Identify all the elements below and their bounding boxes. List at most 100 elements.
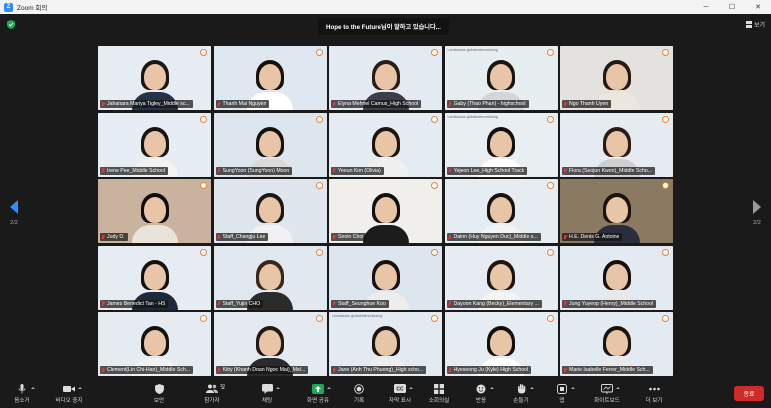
- participant-name: Kitty (Khanh Doan Ngoc Mai)_Mid...: [222, 367, 306, 373]
- toolbar-button-raise-hand[interactable]: 손들기: [499, 383, 543, 404]
- participant-tile[interactable]: SungYoon (SungYoon) Moon: [213, 112, 327, 177]
- event-logo-icon: [315, 248, 323, 256]
- event-logo-icon: [546, 248, 554, 256]
- participant-name: Irene Pee_Middle School: [107, 167, 165, 174]
- event-logo-icon: [431, 49, 438, 56]
- end-meeting-button[interactable]: 종료: [734, 386, 764, 401]
- participant-name: Clement(Lin Chi-Han)_Middle Sch...: [107, 367, 191, 373]
- participant-name: Ngo Thanh Uyen: [569, 101, 609, 107]
- chevron-up-icon[interactable]: [78, 387, 82, 389]
- participant-name-tag: H.E. Denis G. Antoine: [562, 233, 623, 241]
- whiteboard-icon: [601, 383, 613, 394]
- muted-mic-icon: [563, 101, 567, 107]
- muted-mic-icon: [448, 367, 452, 373]
- toolbar-button-share-screen[interactable]: 화면 공유: [296, 383, 340, 404]
- toolbar-button-chat[interactable]: 채팅: [245, 383, 289, 404]
- chevron-up-icon[interactable]: [409, 387, 413, 389]
- participant-tile[interactable]: Staff_Changju Lee: [213, 179, 327, 243]
- window-title: Zoom 회의: [17, 5, 48, 12]
- chevron-up-icon[interactable]: [490, 387, 494, 389]
- participant-tile[interactable]: Jung Yuyeop (Henry)_Middle School: [560, 245, 673, 310]
- participant-tile[interactable]: Thanh Mai Nguyen: [213, 46, 327, 110]
- muted-mic-icon: [332, 234, 336, 240]
- participant-tile[interactable]: Dainn (Huy Nguyen Duc)_Middle s...: [444, 179, 558, 243]
- participant-tile[interactable]: Irene Pee_Middle School: [98, 112, 211, 177]
- toolbar-button-apps[interactable]: 앱: [540, 383, 584, 404]
- participant-name-tag: Jahanara Mariya Tigley_Middle sc...: [100, 100, 193, 108]
- participant-name: Seoin Choi: [338, 234, 364, 240]
- event-logo-icon: [200, 49, 207, 56]
- participant-name-tag: Dayoon Kang (Becky)_Elementary ...: [446, 299, 542, 308]
- participant-tile[interactable]: Jahanara Mariya Tigley_Middle sc...: [98, 46, 211, 110]
- participant-name-tag: James Benedict Tan - HS: [100, 299, 169, 308]
- maximize-icon[interactable]: ☐: [719, 0, 745, 14]
- participant-tile[interactable]: H.E. Denis G. Antoine: [560, 179, 673, 243]
- muted-mic-icon: [563, 168, 567, 173]
- participant-tile[interactable]: Staff_Seunghoe Koo: [329, 245, 442, 310]
- muted-mic-icon: [217, 367, 221, 373]
- participant-tile[interactable]: Hyeseong Ju (Kyle) High School: [444, 312, 558, 376]
- meeting-toolbar: 종료 음소거 비디오 중지 보안 참가자 30 채팅 화면 공유 기록 CC 자막 표시 소회의실 반…: [0, 381, 771, 408]
- event-logo-icon: [200, 315, 207, 322]
- toolbar-button-more[interactable]: 더 보기: [632, 383, 676, 404]
- chevron-up-icon[interactable]: [276, 387, 280, 389]
- toolbar-button-reaction[interactable]: 반응: [459, 383, 503, 404]
- chat-icon: [261, 383, 273, 394]
- toolbar-label: 앱: [559, 398, 565, 404]
- participant-tile[interactable]: Dayoon Kang (Becky)_Elementary ...: [444, 245, 558, 310]
- record-icon: [353, 383, 365, 394]
- participant-tile[interactable]: James Benedict Tan - HS: [98, 245, 211, 310]
- chevron-up-icon[interactable]: [530, 387, 534, 389]
- zoom-logo-icon: Z: [4, 2, 13, 12]
- toolbar-button-mic[interactable]: 음소거: [0, 383, 44, 404]
- toolbar-button-cc[interactable]: CC 자막 표시: [378, 383, 422, 404]
- participant-name: Dayoon Kang (Becky)_Elementary ...: [453, 300, 539, 307]
- participant-tile[interactable]: Marie Isabelle Ferrer_Middle Sch...: [560, 312, 673, 376]
- muted-mic-icon: [448, 101, 452, 107]
- participant-tile[interactable]: Judy D.: [98, 179, 211, 243]
- participant-tile[interactable]: Lemissions globalnetmonitoring Gaby (Thao…: [444, 46, 558, 110]
- close-icon[interactable]: ✕: [745, 0, 771, 14]
- participant-video: [362, 191, 409, 243]
- toolbar-button-shield[interactable]: 보안: [137, 383, 181, 404]
- participant-name: Judy D.: [107, 234, 125, 240]
- participant-tile[interactable]: Elyna Mehriel Camus_High School: [329, 46, 442, 110]
- participant-tile[interactable]: Flora (Seojun Kwon)_Middle Scho...: [560, 112, 673, 177]
- participant-tile[interactable]: Ngo Thanh Uyen: [560, 46, 673, 110]
- active-speaker-notice: Hope to the Future님이 말하고 있습니다...: [318, 18, 449, 35]
- event-logo-icon: [315, 315, 323, 322]
- participant-name-tag: Clement(Lin Chi-Han)_Middle Sch...: [100, 366, 194, 374]
- muted-mic-icon: [332, 168, 336, 173]
- minimize-icon[interactable]: ─: [693, 0, 719, 14]
- muted-mic-icon: [217, 301, 221, 306]
- participant-name-tag: Thanh Mai Nguyen: [215, 100, 270, 108]
- chevron-up-icon[interactable]: [31, 387, 35, 389]
- view-button[interactable]: 보기: [745, 19, 765, 29]
- participant-tile[interactable]: Clement(Lin Chi-Han)_Middle Sch...: [98, 312, 211, 376]
- participant-tile[interactable]: Seoin Choi: [329, 179, 442, 243]
- event-logo-icon: [431, 182, 438, 189]
- participant-tile[interactable]: Lemissions globalnetmonitoring Jane (Anh …: [329, 312, 442, 376]
- toolbar-button-participants[interactable]: 참가자 30: [190, 383, 234, 404]
- toolbar-label: 소회의실: [428, 398, 450, 404]
- participant-tile[interactable]: Kitty (Khanh Doan Ngoc Mai)_Mid...: [213, 312, 327, 376]
- chevron-up-icon[interactable]: [327, 387, 331, 389]
- toolbar-button-whiteboard[interactable]: 화이트보드: [585, 383, 629, 404]
- more-icon: [648, 383, 660, 394]
- previous-page-button[interactable]: 2/2: [5, 200, 23, 226]
- participant-tile[interactable]: Staff_Yujin CHO: [213, 245, 327, 310]
- muted-mic-icon: [101, 301, 105, 306]
- participant-tile[interactable]: Lemissions globalnetmonitoring Yejeon Lee…: [444, 112, 558, 177]
- next-page-button[interactable]: 2/2: [748, 200, 766, 226]
- chevron-up-icon[interactable]: [616, 387, 620, 389]
- muted-mic-icon: [217, 168, 221, 173]
- encryption-shield-icon[interactable]: [7, 20, 15, 29]
- event-logo-icon: [200, 115, 207, 123]
- participant-name-tag: SungYoon (SungYoon) Moon: [215, 166, 293, 175]
- toolbar-button-video[interactable]: 비디오 중지: [47, 383, 91, 404]
- toolbar-label: 자막 표시: [388, 398, 412, 404]
- chevron-up-icon[interactable]: [571, 387, 575, 389]
- toolbar-button-breakout[interactable]: 소회의실: [417, 383, 461, 404]
- toolbar-button-record[interactable]: 기록: [337, 383, 381, 404]
- participant-tile[interactable]: Yeeun Kim (Olivia): [329, 112, 442, 177]
